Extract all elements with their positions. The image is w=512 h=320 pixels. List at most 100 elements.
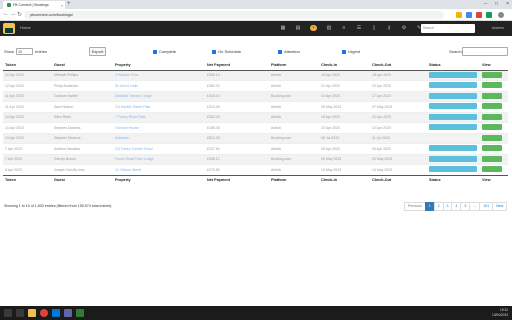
table-cell[interactable]: 10 Ohlson Street — [113, 164, 205, 175]
status-cell — [427, 132, 480, 144]
column-header[interactable]: Net Payment — [205, 61, 269, 71]
view-button[interactable] — [482, 103, 502, 110]
minimize-icon[interactable]: – — [484, 1, 487, 7]
app-icon[interactable] — [76, 309, 84, 317]
site-favicon-icon — [7, 3, 11, 7]
new-tab-icon[interactable]: + — [67, 1, 71, 7]
bars-icon[interactable]: ≡ — [341, 25, 347, 31]
table-row: 10 Apr 2023 Stephen Dickens Ashdown £512.30… — [3, 132, 508, 144]
column-header[interactable]: Check-In — [319, 61, 370, 71]
table-cell: 15 Apr 2023 — [319, 69, 370, 81]
view-button[interactable] — [482, 82, 502, 89]
search-icon[interactable] — [16, 309, 24, 317]
chart-icon[interactable]: ▥ — [326, 25, 332, 31]
view-button[interactable] — [482, 155, 502, 162]
table-cell: 05 May 2023 — [319, 101, 370, 112]
table-cell[interactable]: 2/3 Market Street Flats — [113, 101, 205, 112]
checkbox-checked-icon[interactable] — [342, 49, 346, 54]
app-logo[interactable] — [3, 23, 15, 34]
column-header[interactable]: Guest — [52, 61, 113, 71]
view-button[interactable] — [482, 71, 502, 78]
column-footer: Property — [113, 174, 205, 184]
table-cell[interactable]: St John's Halls — [113, 80, 205, 91]
table-info: Showing 1 to 10 of 1,503 entries (filter… — [4, 204, 112, 208]
profile-avatar[interactable] — [498, 12, 504, 18]
table-cell[interactable]: Eastside Terrace Lodge — [113, 90, 205, 102]
address-bar[interactable]: pbconnect.com/bookings/ — [24, 11, 444, 19]
status-cell — [427, 101, 480, 112]
close-window-icon[interactable]: × — [506, 1, 509, 7]
table-search-input[interactable] — [462, 47, 508, 56]
column-footer: Check-In — [319, 174, 370, 184]
extension-icon[interactable] — [476, 12, 482, 18]
extension-icon[interactable] — [466, 12, 472, 18]
checkbox-checked-icon[interactable] — [212, 49, 216, 54]
settings-icon[interactable]: ⚙ — [401, 25, 407, 31]
building-icon[interactable]: ▯ — [371, 25, 377, 31]
page-link[interactable]: 151 — [479, 202, 494, 211]
filter-complete[interactable]: Complete — [153, 49, 176, 54]
checkbox-checked-icon[interactable] — [153, 49, 157, 54]
teams-icon[interactable] — [64, 309, 72, 317]
start-icon[interactable] — [4, 309, 12, 317]
grid-icon[interactable]: ▦ — [280, 25, 286, 31]
key-icon[interactable]: ⚷ — [386, 25, 392, 31]
file-explorer-icon[interactable] — [28, 309, 36, 317]
view-button[interactable] — [482, 124, 502, 131]
table-cell: 12 Apr 2023 — [3, 69, 52, 81]
table-cell: 07 May 2023 — [370, 101, 427, 112]
status-badge — [429, 71, 477, 78]
notification-badge[interactable]: ● — [310, 25, 317, 31]
view-button[interactable] — [482, 145, 502, 152]
table-row: 11 Apr 2023 Sara Nelson 2/3 Market Street … — [3, 101, 508, 112]
page-link[interactable]: Next — [492, 202, 508, 211]
reload-icon[interactable]: ↻ — [17, 11, 22, 18]
view-button[interactable] — [482, 166, 502, 173]
column-header[interactable]: Status — [427, 61, 480, 71]
column-header[interactable]: Platform — [269, 61, 319, 71]
view-button[interactable] — [482, 134, 502, 141]
back-icon[interactable]: ← — [3, 11, 9, 17]
filter-attention[interactable]: Attention — [278, 49, 300, 54]
table-cell: Stephen Dickens — [52, 122, 113, 133]
table-cell[interactable]: 7 Farley Road Flats — [113, 111, 205, 123]
list-icon[interactable]: ☰ — [356, 25, 362, 31]
table-cell[interactable]: Ashdown — [113, 132, 205, 144]
table-cell: Glenys Brown — [52, 153, 113, 165]
table-cell: Joseph Scruffy Ives — [52, 164, 113, 175]
checkbox-checked-icon[interactable] — [278, 49, 282, 54]
column-header[interactable]: Property — [113, 61, 205, 71]
filter-on-schedule[interactable]: On Schedule — [212, 49, 241, 54]
close-tab-icon[interactable]: × — [61, 3, 63, 8]
column-header[interactable]: Check-Out — [370, 61, 427, 71]
chrome-icon[interactable] — [40, 309, 48, 317]
extension-icon[interactable] — [456, 12, 462, 18]
vscode-icon[interactable] — [52, 309, 60, 317]
maximize-icon[interactable]: □ — [495, 1, 498, 7]
filter-urgent[interactable]: Urgent — [342, 49, 360, 54]
forward-icon[interactable]: → — [10, 11, 16, 17]
view-button[interactable] — [482, 113, 502, 120]
browser-tab[interactable]: FB Connect | Bookings × — [3, 1, 65, 9]
table-cell: 30 Apr 2023 — [370, 143, 427, 154]
column-footer: View — [480, 174, 508, 184]
table-cell: Airbnb — [269, 143, 319, 154]
table-cell[interactable]: 2/3 Farley Garden Road — [113, 143, 205, 154]
entries-select[interactable]: 10 — [16, 48, 33, 55]
export-button[interactable]: Export — [89, 47, 106, 56]
status-cell — [427, 153, 480, 165]
table-cell[interactable]: 2 Heddon Row — [113, 69, 205, 81]
extension-icon[interactable] — [486, 12, 492, 18]
app-search-input[interactable]: Search — [421, 24, 475, 33]
table-cell[interactable]: Orchard House — [113, 122, 205, 133]
table-cell[interactable]: Foxes Road Town Lodge — [113, 153, 205, 165]
view-button[interactable] — [482, 92, 502, 99]
page-link[interactable]: Previous — [404, 202, 426, 211]
column-header[interactable]: Token — [3, 61, 52, 71]
system-clock[interactable]: 19:32 13/04/2023 — [492, 308, 508, 317]
table-controls: Show 10 entries Export Complete On Sched… — [0, 46, 512, 58]
calendar-icon[interactable]: ▤ — [295, 25, 301, 31]
nav-home-link[interactable]: Home — [20, 25, 31, 30]
column-header[interactable]: View — [480, 61, 508, 71]
user-menu[interactable]: Andrew — [492, 26, 504, 30]
